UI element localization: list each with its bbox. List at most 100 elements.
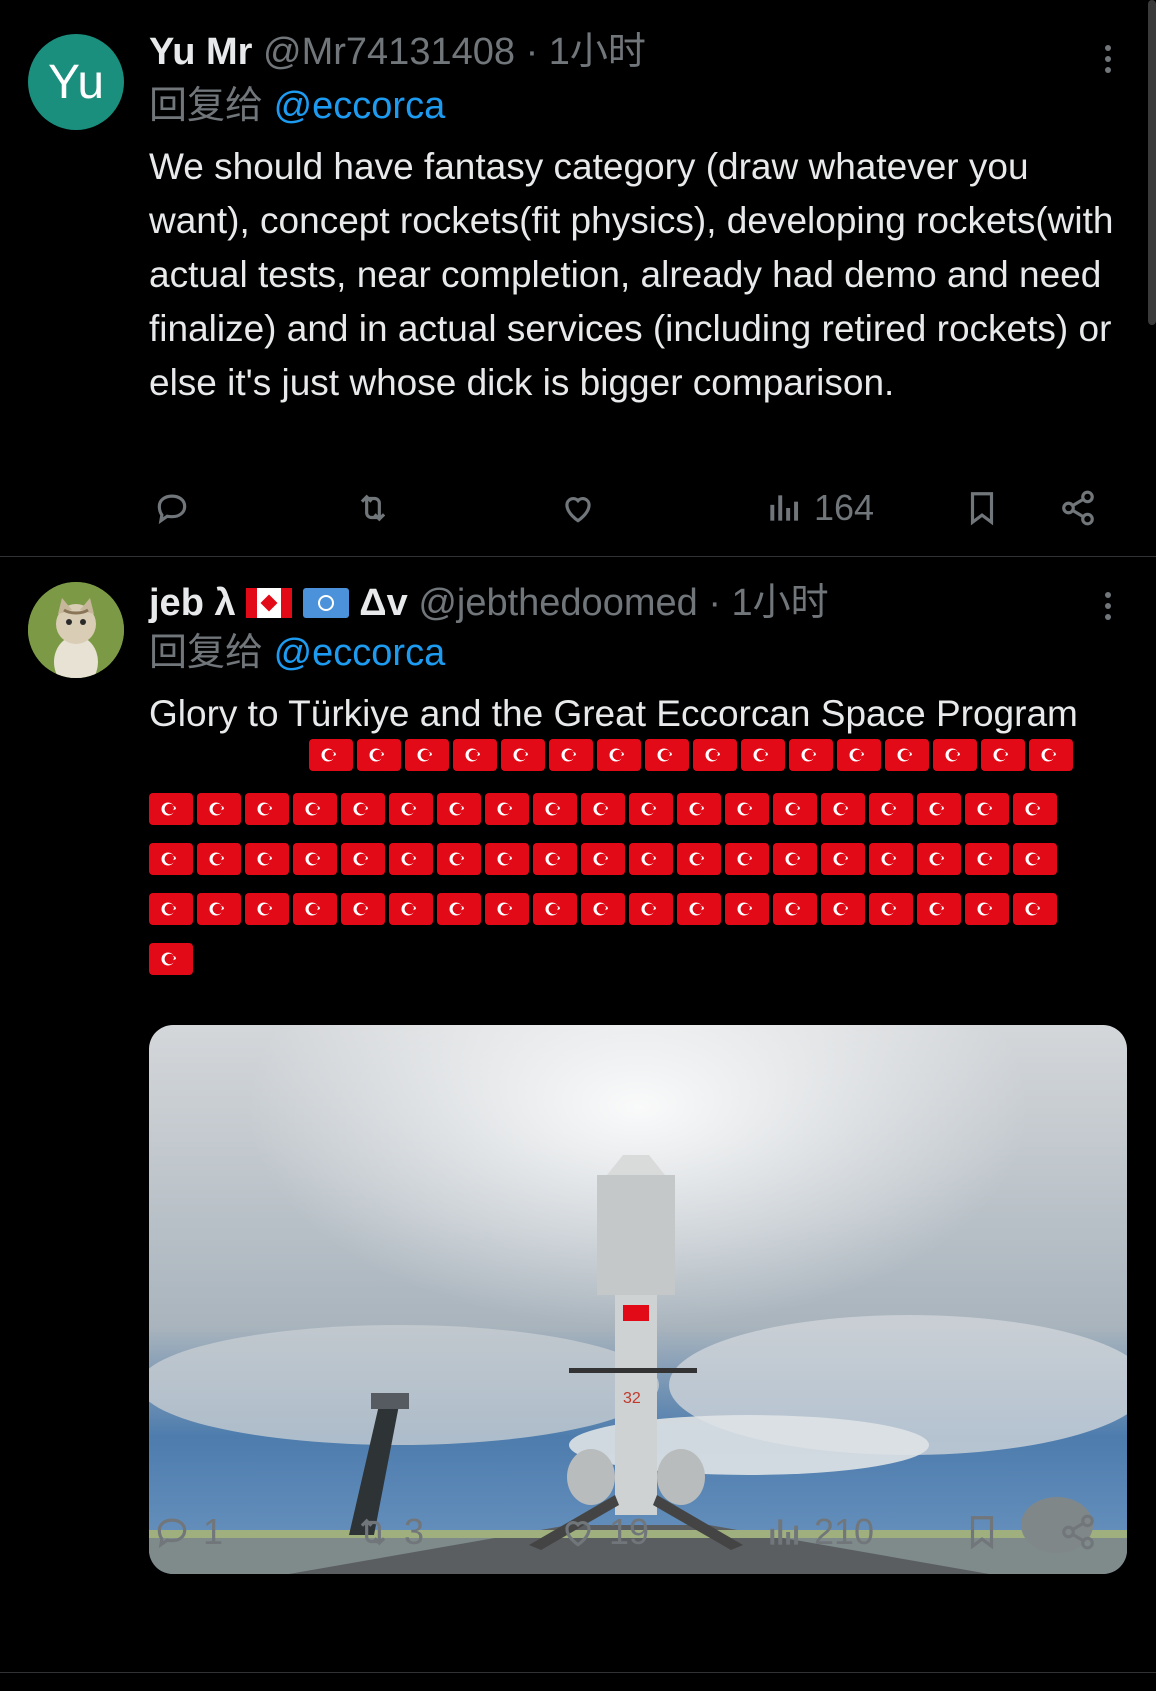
bookmark-icon bbox=[970, 1516, 994, 1550]
turkey-flag-icon bbox=[389, 893, 433, 925]
turkey-flag-icon bbox=[917, 793, 961, 825]
turkey-flag-icon bbox=[965, 843, 1009, 875]
turkey-flag-icon bbox=[725, 793, 769, 825]
turkey-flag-icon bbox=[341, 843, 385, 875]
un-flag-icon bbox=[302, 588, 349, 618]
tweet-text: We should have fantasy category (draw wh… bbox=[149, 146, 1114, 403]
turkey-flag-icon bbox=[485, 843, 529, 875]
turkey-flag-icon bbox=[629, 893, 673, 925]
turkey-flag-icon bbox=[197, 893, 241, 925]
bookmark-button[interactable] bbox=[963, 1502, 1001, 1562]
turkey-flag-icon bbox=[581, 893, 625, 925]
turkey-flag-icon bbox=[149, 943, 193, 975]
turkey-flag-icon bbox=[821, 893, 865, 925]
turkey-flag-icon bbox=[533, 893, 577, 925]
reply-button[interactable] bbox=[153, 478, 203, 538]
share-icon bbox=[1062, 1514, 1094, 1550]
turkey-flag-icon bbox=[869, 793, 913, 825]
retweet-icon bbox=[360, 1518, 386, 1546]
turkey-flag-icon bbox=[1013, 893, 1057, 925]
turkey-flag-icon bbox=[741, 739, 785, 771]
timestamp[interactable]: 1小时 bbox=[549, 31, 646, 73]
turkey-flag-icon bbox=[149, 843, 193, 875]
tweet-1[interactable]: Yu Yu Mr @Mr74131408 · 1小时 回复给 @eccorca … bbox=[0, 0, 1156, 556]
reply-to-link[interactable]: @eccorca bbox=[274, 632, 446, 674]
rocket-number-label: 32 bbox=[623, 1390, 641, 1407]
turkey-flag-icon bbox=[821, 843, 865, 875]
turkey-flag-icon bbox=[933, 739, 977, 771]
display-name[interactable]: jeb λ bbox=[149, 582, 236, 624]
turkey-flag-icon bbox=[437, 843, 481, 875]
display-name[interactable]: Yu Mr bbox=[149, 31, 252, 73]
reply-button[interactable]: 1 bbox=[153, 1502, 223, 1562]
turkey-flag-icon bbox=[677, 843, 721, 875]
reply-prefix: 回复给 bbox=[149, 85, 264, 127]
views-button[interactable]: 210 bbox=[764, 1502, 874, 1562]
like-button[interactable]: 19 bbox=[559, 1502, 649, 1562]
turkey-flag-icon bbox=[149, 793, 193, 825]
turkey-flag-icon bbox=[869, 843, 913, 875]
tweet-2[interactable]: jeb λ Δv @jebthedoomed · 1小时 回复给 @eccorc… bbox=[0, 557, 1156, 1691]
share-button[interactable] bbox=[1059, 1502, 1097, 1562]
turkey-flag-icon bbox=[437, 793, 481, 825]
share-button[interactable] bbox=[1059, 478, 1097, 538]
like-button[interactable] bbox=[559, 478, 609, 538]
heart-icon bbox=[565, 497, 591, 523]
avatar[interactable] bbox=[28, 582, 124, 678]
display-name-suffix[interactable]: Δv bbox=[359, 582, 407, 624]
turkey-flag-icon bbox=[341, 893, 385, 925]
turkey-flag-icon bbox=[581, 793, 625, 825]
turkey-flag-icon bbox=[869, 893, 913, 925]
bookmark-icon bbox=[970, 492, 994, 526]
more-options-icon[interactable] bbox=[1096, 40, 1120, 80]
tweet-divider bbox=[0, 1672, 1156, 1673]
turkey-flag-icon bbox=[437, 893, 481, 925]
tweet-media-image[interactable]: 32 bbox=[149, 1025, 1127, 1574]
turkey-flag-icon bbox=[357, 739, 401, 771]
timestamp[interactable]: 1小时 bbox=[732, 582, 829, 624]
turkey-flag-icon bbox=[597, 739, 641, 771]
turkey-flag-icon bbox=[197, 843, 241, 875]
retweet-button[interactable]: 3 bbox=[354, 1502, 424, 1562]
turkey-flag-icon bbox=[149, 893, 193, 925]
turkey-flag-icon bbox=[389, 843, 433, 875]
turkey-flag-icon bbox=[693, 739, 737, 771]
turkey-flag-icon bbox=[773, 793, 817, 825]
turkey-flag-icon bbox=[549, 739, 593, 771]
turkey-flag-icon bbox=[885, 739, 929, 771]
action-bar: 1 3 19 210 bbox=[149, 1502, 1109, 1562]
more-options-icon[interactable] bbox=[1096, 587, 1120, 627]
turkey-flag-icon bbox=[245, 843, 289, 875]
handle[interactable]: @jebthedoomed bbox=[418, 582, 697, 624]
turkey-flag-icon bbox=[965, 893, 1009, 925]
bar-chart-icon bbox=[770, 1519, 799, 1545]
turkey-flag-emoji-row bbox=[149, 739, 1109, 993]
turkey-flag-icon bbox=[309, 739, 353, 771]
view-count: 164 bbox=[814, 487, 875, 528]
canada-flag-icon bbox=[246, 588, 293, 618]
turkey-flag-icon bbox=[293, 793, 337, 825]
turkey-flag-icon bbox=[629, 793, 673, 825]
turkey-flag-icon bbox=[837, 739, 881, 771]
reply-icon bbox=[157, 494, 187, 525]
views-button[interactable]: 164 bbox=[764, 478, 874, 538]
turkey-flag-icon bbox=[1029, 739, 1073, 771]
turkey-flag-icon bbox=[405, 739, 449, 771]
turkey-flag-icon bbox=[725, 893, 769, 925]
retweet-count: 3 bbox=[404, 1511, 425, 1552]
bookmark-button[interactable] bbox=[963, 478, 1001, 538]
turkey-flag-icon bbox=[453, 739, 497, 771]
reply-context: 回复给 @eccorca bbox=[149, 84, 445, 128]
turkey-flag-icon bbox=[965, 793, 1009, 825]
turkey-flag-icon bbox=[677, 893, 721, 925]
retweet-button[interactable] bbox=[354, 478, 404, 538]
avatar[interactable]: Yu bbox=[28, 34, 124, 130]
retweet-icon bbox=[360, 494, 386, 522]
tweet-text: Glory to Türkiye and the Great Eccorcan … bbox=[149, 693, 1078, 734]
cat-avatar-image bbox=[28, 582, 124, 678]
turkey-flag-icon bbox=[725, 843, 769, 875]
handle[interactable]: @Mr74131408 bbox=[263, 31, 515, 73]
reply-to-link[interactable]: @eccorca bbox=[274, 85, 446, 127]
bar-chart-icon bbox=[770, 495, 799, 521]
tweet-header: jeb λ Δv @jebthedoomed · 1小时 bbox=[149, 581, 829, 625]
